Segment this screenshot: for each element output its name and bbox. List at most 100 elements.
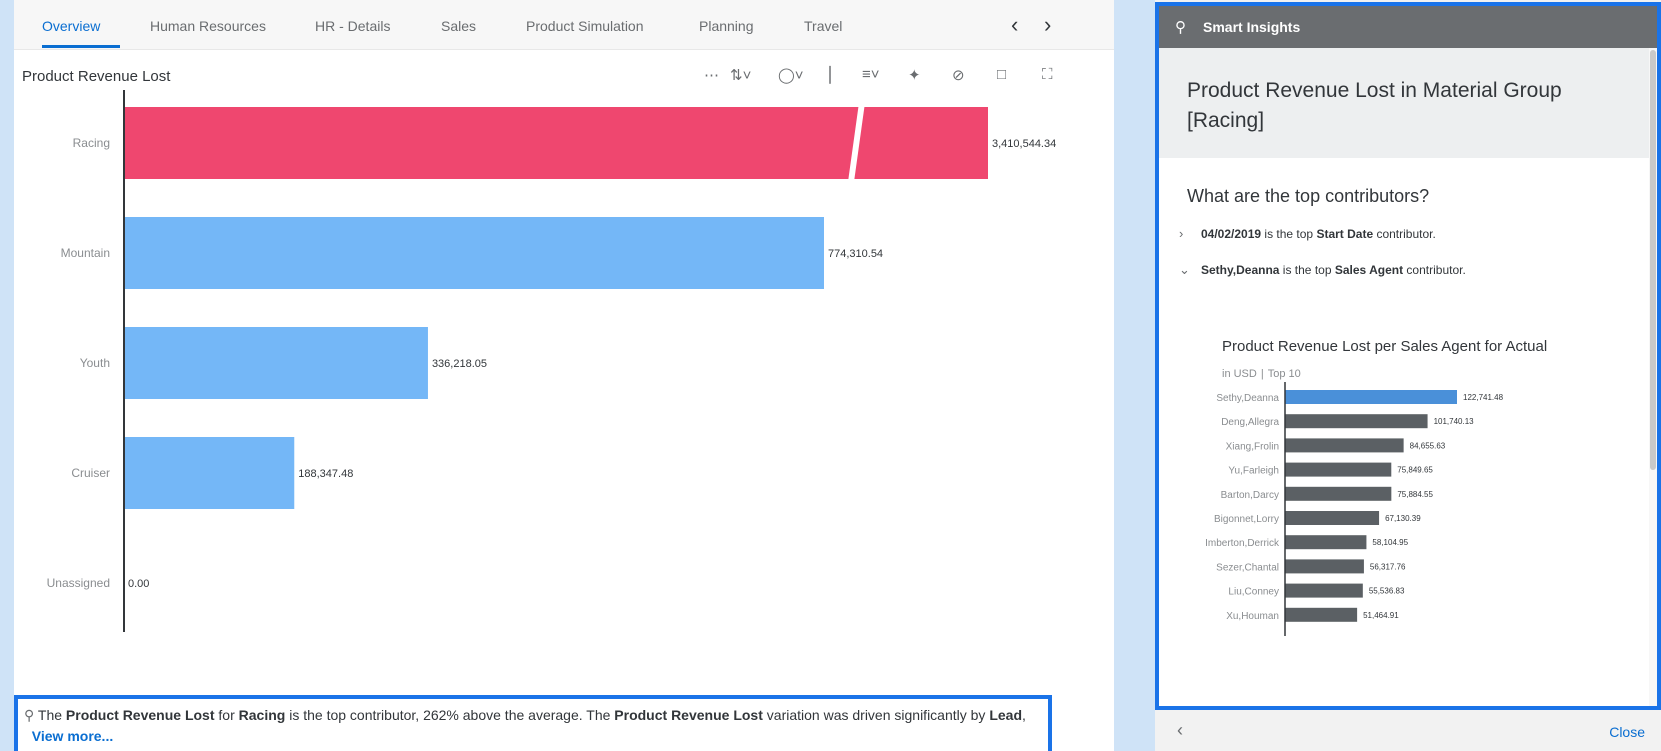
contributor-value: 04/02/2019 xyxy=(1201,227,1262,241)
tab-travel[interactable]: Travel xyxy=(804,18,842,34)
agent-label: Liu,Conney xyxy=(1228,587,1279,598)
agent-bar xyxy=(1285,486,1392,501)
chevron-right-icon[interactable]: › xyxy=(1179,226,1201,241)
contributor-text: contributor. xyxy=(1403,263,1466,277)
category-label: Mountain xyxy=(61,246,110,260)
agent-bar xyxy=(1285,607,1358,622)
lightbulb-icon: ⚲ xyxy=(1175,19,1186,36)
agent-data-label: 75,884.55 xyxy=(1397,490,1433,499)
insight-text-4: variation was driven significantly by xyxy=(762,707,990,723)
contributor-text: is the top xyxy=(1261,227,1317,241)
agent-bar xyxy=(1285,559,1364,574)
agent-bar xyxy=(1285,390,1457,404)
insight-text-3: is the top contributor, 262% above the a… xyxy=(285,707,615,723)
fullscreen-icon[interactable]: ⛶ xyxy=(1042,66,1053,83)
agent-bar xyxy=(1285,583,1363,598)
data-label: 336,218.05 xyxy=(432,358,487,370)
comment-icon[interactable]: □ xyxy=(997,66,1006,83)
chevron-left-icon[interactable]: ‹ xyxy=(1011,12,1018,38)
panel-header-title: Smart Insights xyxy=(1203,19,1301,35)
agent-label: Sethy,Deanna xyxy=(1216,393,1279,404)
agent-data-label: 101,740.13 xyxy=(1434,417,1475,426)
category-label: Unassigned xyxy=(47,576,110,590)
contributor-text: contributor. xyxy=(1373,227,1436,241)
tab-hr-details[interactable]: HR - Details xyxy=(315,18,390,34)
scrollbar-thumb[interactable] xyxy=(1650,50,1656,470)
chart-title: Product Revenue Lost xyxy=(22,68,171,85)
insight-text-2: for xyxy=(214,707,239,723)
mini-chart-title: Product Revenue Lost per Sales Agent for… xyxy=(1222,338,1548,355)
chevron-right-icon[interactable]: › xyxy=(1044,12,1051,38)
ruler-icon[interactable]: ⎢ xyxy=(828,66,836,84)
agent-bar xyxy=(1285,438,1404,453)
contributor-dimension: Start Date xyxy=(1316,227,1374,241)
insight-measure: Product Revenue Lost xyxy=(65,707,215,723)
agent-data-label: 84,655.63 xyxy=(1410,441,1446,450)
tab-human-resources[interactable]: Human Resources xyxy=(150,18,266,34)
panel-footer: ‹ Close xyxy=(1155,710,1661,751)
agent-data-label: 58,104.95 xyxy=(1372,538,1408,547)
more-icon[interactable]: ⋯ xyxy=(704,66,719,84)
insight-measure-2: Product Revenue Lost xyxy=(614,707,763,723)
tab-overview[interactable]: Overview xyxy=(42,18,100,34)
data-label: 774,310.54 xyxy=(828,248,883,260)
insight-dimension: Racing xyxy=(238,707,286,723)
agent-label: Yu,Farleigh xyxy=(1228,466,1279,477)
sales-agent-bar-chart: Sethy,Deanna 122,741.48 Deng,Allegra 101,74… xyxy=(1205,382,1504,636)
bar xyxy=(124,437,295,509)
main-pane: Overview Human Resources HR - Details Sa… xyxy=(14,0,1114,751)
agent-data-label: 75,849.65 xyxy=(1397,466,1433,475)
category-label: Racing xyxy=(73,136,110,150)
active-tab-indicator xyxy=(42,45,120,48)
agent-data-label: 55,536.83 xyxy=(1369,587,1405,596)
agent-data-label: 56,317.76 xyxy=(1370,562,1406,571)
agent-label: Xu,Houman xyxy=(1226,611,1279,622)
contributor-sales-agent[interactable]: ⌄ Sethy,Deanna is the top Sales Agent con… xyxy=(1179,262,1466,278)
insight-summary: ⚲ The Product Revenue Lost for Racing is… xyxy=(14,695,1052,751)
contributor-text: is the top xyxy=(1279,263,1335,277)
panel-header: ⚲ Smart Insights xyxy=(1159,6,1657,48)
insight-text-1: The xyxy=(37,707,66,723)
tab-sales[interactable]: Sales xyxy=(441,18,476,34)
agent-label: Bigonnet,Lorry xyxy=(1214,514,1279,525)
agent-bar xyxy=(1285,535,1367,550)
insight-text-5: , xyxy=(1022,707,1026,723)
lightbulb-icon: ⚲ xyxy=(24,707,35,723)
tab-planning[interactable]: Planning xyxy=(699,18,754,34)
insight-driver: Lead xyxy=(989,707,1023,723)
agent-data-label: 67,130.39 xyxy=(1385,514,1421,523)
insight-icon[interactable]: ◯˅ xyxy=(778,66,804,84)
bar xyxy=(124,217,824,289)
panel-scrollbar[interactable] xyxy=(1649,48,1657,706)
view-more-link[interactable]: View more... xyxy=(32,728,113,744)
agent-bar xyxy=(1285,462,1392,477)
agent-data-label: 51,464.91 xyxy=(1363,611,1399,620)
contributor-value: Sethy,Deanna xyxy=(1201,263,1280,277)
close-button[interactable]: Close xyxy=(1609,724,1645,740)
contributors-question: What are the top contributors? xyxy=(1187,186,1430,206)
pin-icon[interactable]: ✦ xyxy=(908,66,921,84)
bar xyxy=(124,327,428,399)
contributor-dimension: Sales Agent xyxy=(1334,263,1404,277)
compass-icon[interactable]: ⊘ xyxy=(952,66,965,84)
contributor-start-date[interactable]: › 04/02/2019 is the top Start Date contri… xyxy=(1179,226,1436,241)
data-label: 0.00 xyxy=(128,578,149,590)
panel-title: Product Revenue Lost in Material Group [… xyxy=(1187,79,1562,132)
category-label: Youth xyxy=(80,356,110,370)
sort-icon[interactable]: ⇅˅ xyxy=(730,66,751,84)
tab-bar: Overview Human Resources HR - Details Sa… xyxy=(14,0,1114,50)
panel-title-box: Product Revenue Lost in Material Group [… xyxy=(1159,48,1649,158)
revenue-lost-bar-chart: Racing 3,410,544.34 Mountain 774,310.54 Yout… xyxy=(47,90,1056,632)
agent-label: Barton,Darcy xyxy=(1221,490,1279,501)
chevron-down-icon[interactable]: ⌄ xyxy=(1179,262,1201,278)
tab-product-simulation[interactable]: Product Simulation xyxy=(526,18,644,34)
filter-icon[interactable]: ≡˅ xyxy=(862,66,880,83)
panel-body: What are the top contributors? › 04/02/20… xyxy=(1159,158,1649,706)
data-label: 188,347.48 xyxy=(298,468,353,480)
chevron-left-icon[interactable]: ‹ xyxy=(1177,720,1183,741)
agent-label: Deng,Allegra xyxy=(1221,417,1279,428)
category-label: Cruiser xyxy=(71,466,110,480)
agent-bar xyxy=(1285,414,1428,429)
agent-data-label: 122,741.48 xyxy=(1463,393,1504,402)
agent-label: Sezer,Chantal xyxy=(1216,562,1279,573)
